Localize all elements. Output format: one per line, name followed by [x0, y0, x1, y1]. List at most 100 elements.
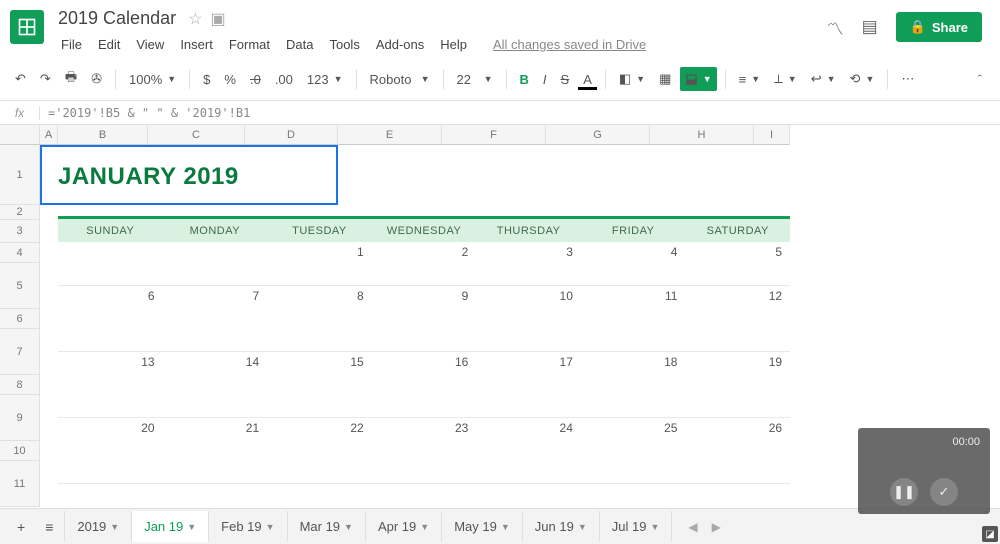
tab-menu-caret[interactable]: ▼: [266, 522, 275, 532]
comments-icon[interactable]: ▤: [862, 17, 878, 37]
explore-button[interactable]: ◪: [982, 526, 998, 542]
menu-tools[interactable]: Tools: [322, 33, 366, 56]
italic-button[interactable]: I: [538, 68, 552, 91]
strike-button[interactable]: S: [556, 68, 575, 91]
row-header-9[interactable]: 9: [0, 395, 40, 441]
calendar-day[interactable]: 22: [267, 418, 372, 483]
calendar-day[interactable]: 3: [476, 242, 581, 285]
percent-button[interactable]: %: [219, 68, 241, 91]
done-button[interactable]: ✓: [930, 478, 958, 506]
calendar-day[interactable]: 8: [267, 286, 372, 351]
fill-color-button[interactable]: ◧▼: [614, 67, 650, 91]
calendar-day[interactable]: [58, 242, 163, 285]
col-header-I[interactable]: I: [754, 125, 790, 145]
text-color-button[interactable]: A: [578, 68, 597, 90]
row-header-10[interactable]: 10: [0, 441, 40, 461]
calendar-day[interactable]: 1: [267, 242, 372, 285]
col-header-G[interactable]: G: [546, 125, 650, 145]
sheet-tab-jun-19[interactable]: Jun 19▼: [523, 511, 600, 542]
sheet-tab-feb-19[interactable]: Feb 19▼: [209, 511, 287, 542]
h-align-button[interactable]: ≡▼: [734, 68, 766, 91]
col-header-B[interactable]: B: [58, 125, 148, 145]
row-header-8[interactable]: 8: [0, 375, 40, 395]
calendar-day[interactable]: 15: [267, 352, 372, 417]
menu-insert[interactable]: Insert: [173, 33, 220, 56]
calendar-day[interactable]: 9: [372, 286, 477, 351]
calendar-day[interactable]: 24: [476, 418, 581, 483]
share-button[interactable]: 🔒 Share: [896, 12, 982, 42]
tab-menu-caret[interactable]: ▼: [578, 522, 587, 532]
row-header-5[interactable]: 5: [0, 263, 40, 309]
merge-button[interactable]: ⬓▼: [680, 67, 716, 91]
calendar-day[interactable]: 25: [581, 418, 686, 483]
row-header-7[interactable]: 7: [0, 329, 40, 375]
calendar-day[interactable]: 14: [163, 352, 268, 417]
redo-icon[interactable]: ↷: [35, 67, 56, 91]
print-icon[interactable]: 🖶: [60, 64, 82, 94]
col-header-E[interactable]: E: [338, 125, 442, 145]
calendar-day[interactable]: 21: [163, 418, 268, 483]
col-header-A[interactable]: A: [40, 125, 58, 145]
calendar-day[interactable]: 13: [58, 352, 163, 417]
font-select[interactable]: Roboto▼: [365, 68, 435, 91]
sheet-tab-may-19[interactable]: May 19▼: [442, 511, 523, 542]
menu-view[interactable]: View: [129, 33, 171, 56]
menu-edit[interactable]: Edit: [91, 33, 127, 56]
menu-file[interactable]: File: [54, 33, 89, 56]
document-title[interactable]: 2019 Calendar: [54, 8, 180, 29]
pause-button[interactable]: ❚❚: [890, 478, 918, 506]
row-header-6[interactable]: 6: [0, 309, 40, 329]
undo-icon[interactable]: ↶: [10, 67, 31, 91]
row-header-3[interactable]: 3: [0, 220, 40, 243]
calendar-day[interactable]: 19: [685, 352, 790, 417]
calendar-day[interactable]: 5: [685, 242, 790, 285]
formula-input[interactable]: ='2019'!B5 & " " & '2019'!B1: [40, 104, 1000, 122]
borders-button[interactable]: ▦: [654, 67, 676, 91]
calendar-day[interactable]: 20: [58, 418, 163, 483]
col-header-C[interactable]: C: [148, 125, 245, 145]
all-sheets-button[interactable]: ≡: [36, 512, 62, 542]
tab-menu-caret[interactable]: ▼: [344, 522, 353, 532]
increase-decimal-button[interactable]: .00: [270, 68, 298, 91]
tab-scroll-right-button[interactable]: ▶: [708, 516, 725, 538]
row-header-4[interactable]: 4: [0, 243, 40, 263]
menu-add-ons[interactable]: Add-ons: [369, 33, 431, 56]
tab-menu-caret[interactable]: ▼: [420, 522, 429, 532]
row-header-2[interactable]: 2: [0, 205, 40, 220]
move-icon[interactable]: ▣: [210, 9, 225, 29]
collapse-toolbar-icon[interactable]: ˆ: [970, 68, 990, 91]
paint-format-icon[interactable]: ✇: [86, 67, 107, 91]
row-header-11[interactable]: 11: [0, 461, 40, 507]
bold-button[interactable]: B: [515, 68, 534, 91]
tab-menu-caret[interactable]: ▼: [650, 522, 659, 532]
calendar-day[interactable]: 12: [685, 286, 790, 351]
decrease-decimal-button[interactable]: .0: [245, 68, 266, 91]
font-size-select[interactable]: 22▼: [452, 68, 498, 91]
calendar-day[interactable]: 2: [372, 242, 477, 285]
calendar-day[interactable]: 10: [476, 286, 581, 351]
col-header-F[interactable]: F: [442, 125, 546, 145]
sheet-tab-jul-19[interactable]: Jul 19▼: [600, 511, 673, 542]
calendar-day[interactable]: 7: [163, 286, 268, 351]
sheet-tab-jan-19[interactable]: Jan 19▼: [132, 511, 209, 542]
tab-scroll-left-button[interactable]: ◀: [684, 516, 701, 538]
currency-button[interactable]: $: [198, 68, 215, 91]
menu-help[interactable]: Help: [433, 33, 474, 56]
select-all-corner[interactable]: [0, 125, 40, 145]
calendar-day[interactable]: 23: [372, 418, 477, 483]
add-sheet-button[interactable]: +: [8, 512, 34, 542]
tab-menu-caret[interactable]: ▼: [501, 522, 510, 532]
tab-menu-caret[interactable]: ▼: [110, 522, 119, 532]
sheet-tab-apr-19[interactable]: Apr 19▼: [366, 511, 442, 542]
calendar-day[interactable]: 16: [372, 352, 477, 417]
calendar-day[interactable]: 11: [581, 286, 686, 351]
calendar-day[interactable]: 17: [476, 352, 581, 417]
sheet-tab-mar-19[interactable]: Mar 19▼: [288, 511, 366, 542]
col-header-D[interactable]: D: [245, 125, 338, 145]
star-icon[interactable]: ☆: [188, 9, 202, 29]
calendar-day[interactable]: 6: [58, 286, 163, 351]
calendar-day[interactable]: 26: [685, 418, 790, 483]
menu-format[interactable]: Format: [222, 33, 277, 56]
calendar-day[interactable]: [163, 242, 268, 285]
tab-menu-caret[interactable]: ▼: [187, 522, 196, 532]
